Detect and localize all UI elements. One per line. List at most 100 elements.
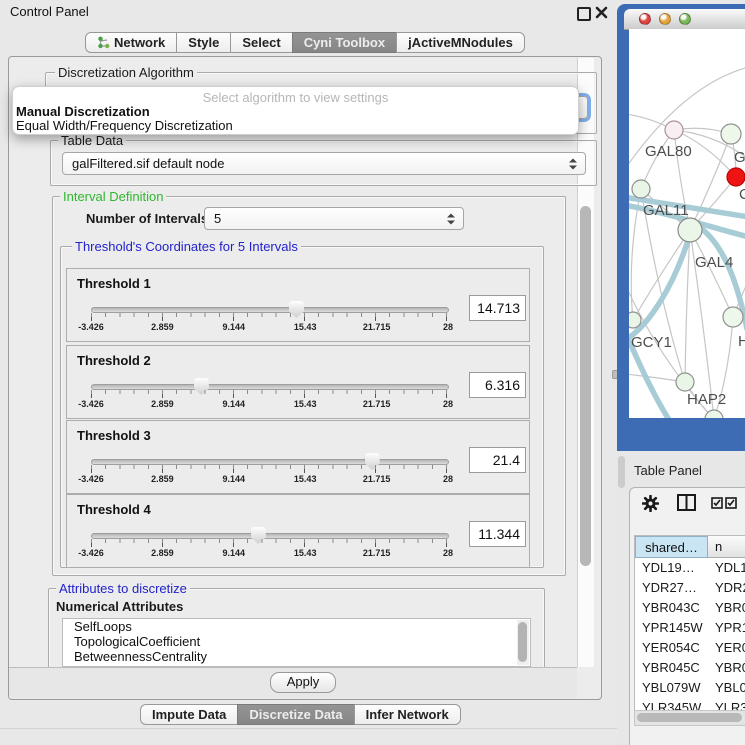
table-cell: YBR0 [708, 658, 745, 678]
table-row[interactable]: YER054CYER0 [635, 638, 745, 658]
table-panel-title: Table Panel [634, 463, 702, 478]
table-row[interactable]: YBR045CYBR0 [635, 658, 745, 678]
column-header[interactable]: n [708, 536, 745, 558]
table-cell: YDL19… [635, 558, 708, 578]
table-data-combobox-value: galFiltered.sif default node [72, 156, 224, 171]
select-columns-icon[interactable] [711, 497, 739, 509]
network-node-label: GAL11 [643, 202, 689, 219]
table-hscrollbar-track[interactable] [634, 710, 745, 726]
table-cell: YDR2 [708, 578, 745, 598]
network-node[interactable] [723, 307, 743, 327]
threshold-value-field[interactable]: 11.344 [469, 521, 526, 547]
zoom-traffic-light-icon[interactable] [679, 13, 691, 25]
table-cell: YPR145W [635, 618, 708, 638]
table-row[interactable]: YBL079WYBL0 [635, 678, 745, 698]
number-of-intervals-combobox[interactable]: 5 [204, 207, 464, 230]
threshold-value-field[interactable]: 6.316 [469, 372, 526, 398]
divider [0, 728, 618, 729]
slider-scale-labels: -3.4262.8599.14415.4321.71528 [91, 474, 448, 485]
table-hscrollbar-thumb[interactable] [637, 713, 742, 722]
scale-label: 9.144 [223, 399, 246, 409]
network-canvas[interactable]: GAL80GACGAL11GAL4GCY1HHAP2 [629, 29, 745, 418]
network-node[interactable] [721, 124, 741, 144]
apply-button[interactable]: Apply [270, 672, 336, 693]
scale-label: 21.715 [363, 399, 391, 409]
tab-infer-network[interactable]: Infer Network [354, 704, 461, 725]
tab-impute-data[interactable]: Impute Data [140, 704, 238, 725]
table-row[interactable]: YPR145WYPR1 [635, 618, 745, 638]
number-of-intervals-value: 5 [214, 211, 221, 226]
scale-label: -3.426 [78, 399, 104, 409]
network-node[interactable] [632, 180, 650, 198]
tab-label: Network [114, 35, 165, 50]
close-icon[interactable] [595, 6, 608, 19]
table-cell: YBR045C [635, 658, 708, 678]
top-tab-bar: Network Style Select Cyni Toolbox jActiveMNo… [85, 32, 525, 53]
network-node[interactable] [727, 168, 745, 186]
tab-network[interactable]: Network [85, 32, 177, 53]
network-node[interactable] [665, 121, 683, 139]
scale-label: -3.426 [78, 322, 104, 332]
network-node[interactable] [676, 373, 694, 391]
minimize-traffic-light-icon[interactable] [659, 13, 671, 25]
algorithm-option[interactable]: Manual Discretization [16, 104, 150, 119]
threshold-panel: Threshold 3-3.4262.8599.14415.4321.71528… [66, 420, 530, 494]
network-window-titlebar[interactable] [624, 9, 745, 30]
threshold-panel: Threshold 2 -3.426 2.859 9.144 15.43 21.715 28… [66, 345, 530, 419]
scale-label: 2.859 [151, 399, 174, 409]
tab-select[interactable]: Select [230, 32, 292, 53]
discretization-algorithm-label: Discretization Algorithm [55, 66, 197, 79]
table-cell: YBL0 [708, 678, 745, 698]
tab-label: Cyni Toolbox [304, 35, 385, 50]
scale-label: 21.715 [363, 322, 391, 332]
gear-icon[interactable] [642, 495, 659, 512]
table-cell: YBL079W [635, 678, 708, 698]
threshold-label: Threshold 4 [77, 502, 151, 517]
scale-label: 28 [443, 399, 453, 409]
tab-style[interactable]: Style [176, 32, 231, 53]
threshold-value-field[interactable]: 21.4 [469, 447, 526, 473]
scrollbar-fragment[interactable] [618, 456, 625, 488]
threshold-label: Threshold 2 [77, 353, 151, 368]
table-row[interactable]: YDL19…YDL1 [635, 558, 745, 578]
scale-label: 15.43 [294, 399, 317, 409]
float-window-icon[interactable] [577, 7, 591, 21]
list-scrollbar-thumb[interactable] [518, 622, 527, 662]
table-row[interactable]: YDR27…YDR2 [635, 578, 745, 598]
table-toolbar [630, 488, 745, 534]
close-traffic-light-icon[interactable] [639, 13, 651, 25]
algorithm-dropdown-popup: Select algorithm to view settings Manual… [12, 86, 579, 135]
bottom-tab-bar: Impute DataDiscretize Data Infer Network [140, 704, 461, 725]
tab-discretize-data[interactable]: Discretize Data [237, 704, 354, 725]
network-node-label: GAL4 [695, 254, 733, 271]
scale-label: 28 [443, 548, 453, 558]
node-table[interactable]: shared…n YDL19…YDL1YDR27…YDR2YBR043CYBR0… [634, 535, 745, 712]
attribute-list-item[interactable]: TopologicalCoefficient [63, 634, 530, 649]
network-node-label: H [738, 333, 745, 350]
application-window: Control Panel NetworkStyleSelectCyni Too… [0, 0, 745, 745]
tab-cyni-toolbox[interactable]: Cyni Toolbox [292, 32, 397, 53]
table-row[interactable]: YBR043CYBR0 [635, 598, 745, 618]
tab-label: Infer Network [366, 707, 449, 722]
algorithm-option[interactable]: Equal Width/Frequency Discretization [16, 118, 233, 133]
scale-label: 15.43 [294, 322, 317, 332]
tab-label: Style [188, 35, 219, 50]
slider-scale-labels: -3.4262.8599.14415.4321.71528 [91, 399, 448, 410]
attribute-list-item[interactable]: SelfLoops [63, 619, 530, 634]
network-node[interactable] [678, 218, 702, 242]
threshold-value-field[interactable]: 14.713 [469, 295, 526, 321]
table-data-combobox[interactable]: galFiltered.sif default node [62, 152, 586, 175]
slider-scale-labels: -3.4262.8599.14415.4321.71528 [91, 548, 448, 559]
network-node-label: GCY1 [631, 334, 672, 351]
network-edge [633, 230, 690, 320]
attribute-list-item[interactable]: BetweennessCentrality [63, 649, 530, 664]
split-view-icon[interactable] [677, 494, 696, 511]
list-scrollbar-track[interactable] [517, 620, 529, 665]
tab-label: Select [242, 35, 280, 50]
panel-scrollbar-thumb[interactable] [580, 206, 591, 566]
tab-jactivemnodules[interactable]: jActiveMNodules [396, 32, 525, 53]
column-header[interactable]: shared… [635, 536, 708, 558]
network-node[interactable] [629, 312, 641, 328]
numerical-attributes-list[interactable]: SelfLoopsTopologicalCoefficientBetweenne… [62, 618, 531, 667]
network-node-label: GAL80 [645, 143, 692, 160]
